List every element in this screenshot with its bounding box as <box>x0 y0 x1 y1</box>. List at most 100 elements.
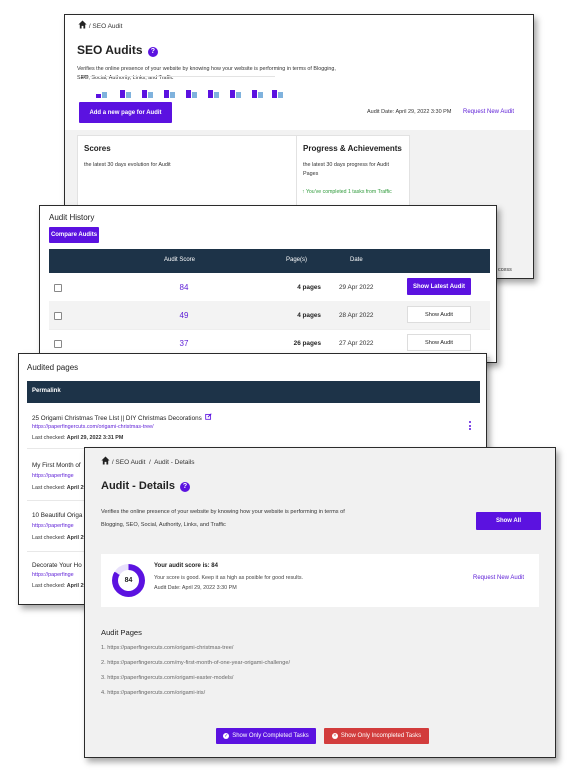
last-checked-value: April 29, 2022 3:31 PM <box>66 435 124 441</box>
progress-title: Progress & Achievements <box>303 144 402 153</box>
row-pages: 26 pages <box>293 340 321 347</box>
audit-page-item[interactable]: 4. https://paperfingercuts.com/origami-i… <box>101 690 290 705</box>
chart-bar <box>126 92 131 98</box>
row-date: 28 Apr 2022 <box>339 312 374 319</box>
row-pages: 4 pages <box>297 284 321 291</box>
chart-bar <box>278 92 283 98</box>
list-item: 25 Origami Christmas Tree LIst || DIY Ch… <box>27 403 480 449</box>
col-permalink: Permalink <box>32 388 61 394</box>
chart-bar <box>170 92 175 98</box>
show-latest-audit-button[interactable]: Show Latest Audit <box>407 278 471 295</box>
progress-subtitle: the latest 30 days progress for Audit Pa… <box>303 162 389 177</box>
score-date: Audit Date: April 29, 2022 3:30 PM <box>154 585 237 591</box>
row-checkbox[interactable] <box>54 340 62 348</box>
row-date: 29 Apr 2022 <box>339 284 374 291</box>
chart-bar <box>186 90 191 98</box>
breadcrumb-text[interactable]: / SEO Audit / Audit - Details <box>112 459 195 466</box>
last-checked-label: Last checked: <box>32 535 66 541</box>
row-score[interactable]: 37 <box>177 339 191 348</box>
show-completed-button[interactable]: ✓ Show Only Completed Tasks <box>216 728 316 744</box>
audit-page-item[interactable]: 3. https://paperfingercuts.com/origami-e… <box>101 675 290 690</box>
breadcrumb-text[interactable]: / SEO Audit <box>89 23 123 30</box>
audit-date: Audit Date: April 29, 2022 3:30 PM <box>367 109 451 115</box>
chart-bar <box>230 90 235 98</box>
compare-audits-button[interactable]: Compare Audits <box>49 227 99 243</box>
scores-title: Scores <box>84 144 111 153</box>
home-icon[interactable] <box>78 20 87 29</box>
page-url[interactable]: https://paperfingercuts.com/origami-chri… <box>32 424 154 430</box>
page-title-row[interactable]: 25 Origami Christmas Tree LIst || DIY Ch… <box>32 413 213 422</box>
chart-bar <box>164 90 169 98</box>
page-url[interactable]: https://paperfinge <box>32 473 74 479</box>
audit-page-item[interactable]: 2. https://paperfingercuts.com/my-first-… <box>101 660 290 675</box>
chart-bar <box>258 92 263 98</box>
help-icon[interactable]: ? <box>147 47 158 57</box>
last-checked-label: Last checked: <box>32 435 66 441</box>
col-audit-score[interactable]: Audit Score <box>164 257 195 263</box>
chart-bar <box>102 92 107 98</box>
chart-bar <box>236 92 241 98</box>
scores-chart <box>90 77 283 98</box>
audit-date-value: April 29, 2022 3:30 PM <box>395 109 452 115</box>
scores-subtitle: the latest 30 days evolution for Audit <box>84 162 171 168</box>
audit-pages-title: Audit Pages <box>101 628 142 637</box>
audited-pages-title: Audited pages <box>27 363 79 372</box>
page-link-title[interactable]: Decorate Your Ho <box>32 562 82 569</box>
breadcrumb: / SEO Audit <box>78 20 122 30</box>
close-icon: × <box>331 733 338 739</box>
row-pages: 4 pages <box>297 312 321 319</box>
page-link-title[interactable]: My First Month of <box>32 462 81 469</box>
show-incompleted-label: Show Only Incompleted Tasks <box>340 733 422 739</box>
page-link-title[interactable]: 25 Origami Christmas Tree LIst || DIY Ch… <box>32 415 202 422</box>
last-checked: Last checked: April 29, 2022 3:31 PM <box>32 435 123 441</box>
chart-bar <box>252 90 257 98</box>
row-checkbox[interactable] <box>54 284 62 292</box>
page-link-title[interactable]: 10 Beautiful Origa <box>32 512 82 519</box>
audit-page-item[interactable]: 1. https://paperfingercuts.com/origami-c… <box>101 645 290 660</box>
row-checkbox[interactable] <box>54 312 62 320</box>
row-score[interactable]: 49 <box>177 311 191 320</box>
y-tick-label: 100 <box>81 74 89 79</box>
achievement-text: ↑ You've completed 1 tasks from Traffic <box>302 189 392 195</box>
col-pages[interactable]: Page(s) <box>286 257 307 263</box>
show-audit-button[interactable]: Show Audit <box>407 306 471 323</box>
show-audit-button[interactable]: Show Audit <box>407 334 471 351</box>
chart-bar <box>192 92 197 98</box>
score-donut-value: 84 <box>124 577 133 584</box>
home-icon[interactable] <box>101 456 110 465</box>
request-new-audit-link[interactable]: Request New Audit <box>463 109 514 115</box>
chart-bar <box>272 90 277 98</box>
page-title-text: Audit - Details <box>101 480 175 492</box>
success-text: ccess <box>498 267 512 273</box>
more-options-icon[interactable] <box>469 421 472 432</box>
last-checked-label: Last checked: <box>32 485 66 491</box>
check-icon: ✓ <box>223 733 230 739</box>
audit-history-panel: Audit History Compare Audits Audit Score… <box>39 205 497 363</box>
score-card: 84 Your audit score is: 84 Your score is… <box>101 554 539 607</box>
audit-date-label: Audit Date: <box>367 109 395 115</box>
show-incompleted-button[interactable]: × Show Only Incompleted Tasks <box>324 728 429 744</box>
col-date[interactable]: Date <box>350 257 363 263</box>
chart-bar <box>208 90 213 98</box>
show-all-button[interactable]: Show All <box>476 512 541 530</box>
page-url[interactable]: https://paperfinge <box>32 523 74 529</box>
score-comment: Your score is good. Keep it as high as p… <box>154 575 304 581</box>
score-line: Your audit score is: 84 <box>154 563 218 569</box>
row-date: 27 Apr 2022 <box>339 340 374 347</box>
edit-icon[interactable] <box>205 413 213 420</box>
page-url[interactable]: https://paperfinge <box>32 572 74 578</box>
page-title: Audit - Details ? <box>101 480 191 492</box>
show-completed-label: Show Only Completed Tasks <box>232 733 309 739</box>
help-icon[interactable]: ? <box>180 482 191 492</box>
chart-bar <box>120 90 125 98</box>
history-table-header: Audit Score Page(s) Date <box>49 249 490 273</box>
page-description: Verifies the online presence of your web… <box>101 509 345 528</box>
add-page-button[interactable]: Add a new page for Audit <box>79 102 172 123</box>
row-score[interactable]: 84 <box>177 283 191 292</box>
page-title-text: SEO Audits <box>77 43 143 57</box>
chart-bar <box>96 93 101 98</box>
audit-details-panel: / SEO Audit / Audit - Details Audit - De… <box>84 447 556 758</box>
last-checked-label: Last checked: <box>32 583 66 589</box>
history-row: 49 4 pages 28 Apr 2022 Show Audit <box>49 301 490 330</box>
request-new-audit-link[interactable]: Request New Audit <box>473 575 524 581</box>
